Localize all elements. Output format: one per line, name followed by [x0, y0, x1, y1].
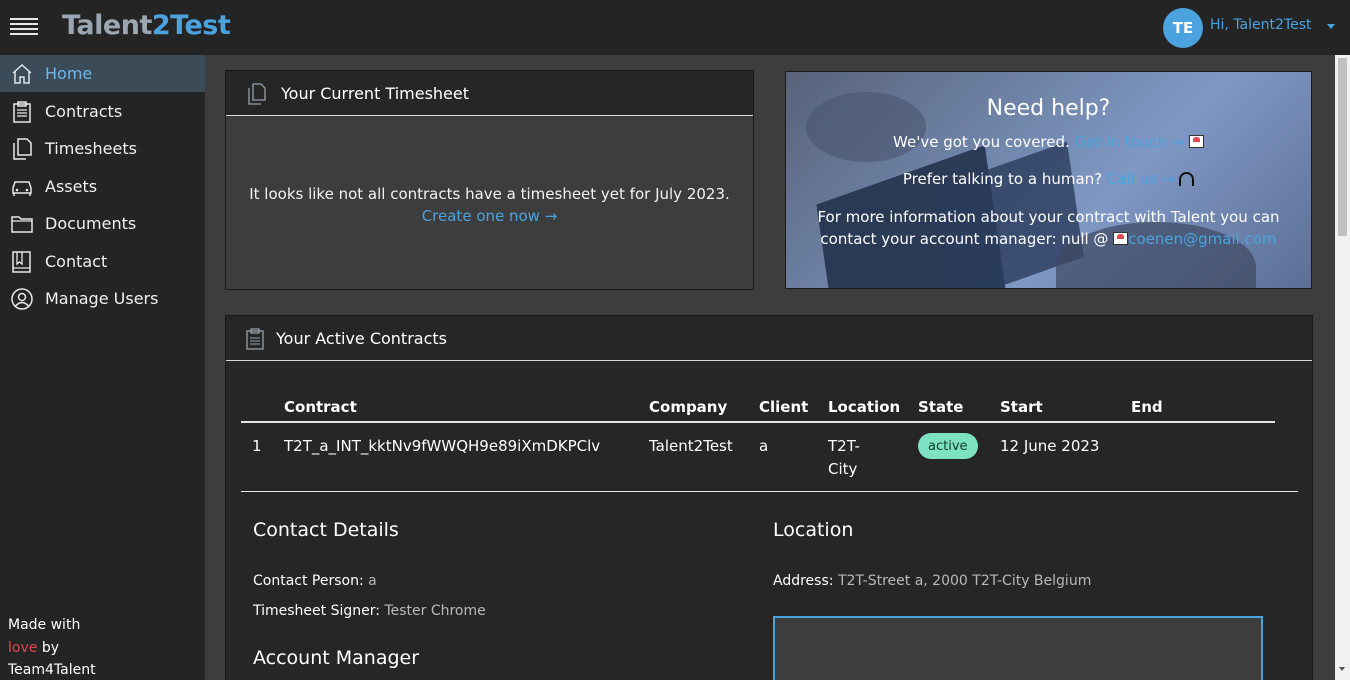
start-date-cell: 12 June 2023	[1000, 437, 1100, 455]
help-line-manager: contact your account manager: null @ coe…	[820, 230, 1277, 248]
current-timesheet-card: Your Current Timesheet It looks like not…	[225, 70, 754, 290]
column-header-client[interactable]: Client	[759, 398, 808, 416]
folder-icon	[11, 215, 33, 233]
scroll-down-arrow-icon[interactable]	[1339, 667, 1345, 671]
love-text: love	[8, 639, 38, 656]
envelope-icon	[1113, 232, 1129, 245]
page-scrollbar[interactable]	[1335, 55, 1350, 680]
sidebar-item-label: Contracts	[45, 102, 123, 121]
sidebar-item-label: Timesheets	[45, 139, 137, 158]
call-us-link[interactable]: Call us →	[1107, 170, 1174, 188]
card-title: Your Active Contracts	[276, 329, 447, 348]
envelope-icon	[1188, 135, 1204, 148]
sidebar-footer: Made with love by Team4Talent	[8, 614, 96, 680]
sidebar-item-documents[interactable]: Documents	[0, 205, 205, 242]
get-in-touch-link[interactable]: Get in touch →	[1075, 133, 1185, 151]
address: Address: T2T-Street a, 2000 T2T-City Bel…	[773, 573, 1092, 589]
location-title: Location	[773, 519, 854, 541]
clipboard-icon	[13, 100, 31, 123]
sidebar-item-contracts[interactable]: Contracts	[0, 93, 205, 130]
card-header: Your Current Timesheet	[226, 71, 753, 116]
help-title: Need help?	[986, 96, 1111, 121]
sidebar-item-assets[interactable]: Assets	[0, 168, 205, 205]
chevron-down-icon[interactable]	[1327, 24, 1335, 29]
sidebar-item-contact[interactable]: Contact	[0, 243, 205, 280]
table-row-divider	[241, 491, 1298, 492]
sidebar-item-label: Home	[45, 64, 93, 83]
contact-details-title: Contact Details	[253, 519, 399, 541]
documents-icon	[13, 137, 32, 160]
help-line-info: For more information about your contract…	[817, 208, 1280, 226]
client-cell: a	[759, 437, 769, 455]
card-header: Your Active Contracts	[226, 316, 1312, 361]
card-title: Your Current Timesheet	[281, 84, 470, 103]
headphones-icon	[1179, 172, 1195, 186]
help-line-call: Prefer talking to a human? Call us →	[786, 168, 1311, 190]
create-timesheet-link[interactable]: Create one now →	[226, 205, 753, 227]
sidebar-item-label: Manage Users	[45, 289, 159, 308]
documents-icon	[248, 83, 266, 105]
sidebar-item-home[interactable]: Home	[0, 55, 205, 92]
timesheet-signer: Timesheet Signer: Tester Chrome	[253, 603, 486, 619]
help-line-contact: We've got you covered. Get in touch →	[786, 131, 1311, 153]
avatar[interactable]: TE	[1163, 8, 1203, 48]
app-logo[interactable]: Talent2Test	[62, 10, 231, 41]
user-menu-greeting[interactable]: Hi, Talent2Test	[1210, 17, 1311, 33]
location-map[interactable]	[773, 616, 1263, 680]
sidebar-item-label: Assets	[45, 177, 98, 196]
timesheet-message-text: It looks like not all contracts have a t…	[249, 185, 730, 203]
row-index: 1	[252, 437, 262, 455]
car-icon	[12, 180, 32, 196]
sidebar-item-label: Contact	[45, 252, 108, 271]
sidebar: Home Contracts Timesheets Assets Documen…	[0, 55, 205, 680]
sidebar-item-timesheets[interactable]: Timesheets	[0, 130, 205, 167]
company-cell: Talent2Test	[649, 437, 733, 455]
home-icon	[12, 63, 32, 84]
location-cell-line1: T2T-	[828, 437, 860, 455]
column-header-company[interactable]: Company	[649, 398, 727, 416]
location-cell-line2: City	[828, 460, 858, 478]
account-manager-title: Account Manager	[253, 647, 420, 669]
sidebar-item-label: Documents	[45, 214, 137, 233]
sidebar-item-manage-users[interactable]: Manage Users	[0, 280, 205, 317]
user-circle-icon	[11, 287, 33, 310]
active-contracts-card: Your Active Contracts Contract Company C…	[225, 315, 1313, 680]
scrollbar-thumb[interactable]	[1338, 58, 1347, 236]
contact-person: Contact Person: a	[253, 573, 377, 589]
made-with-text: Made with	[8, 617, 81, 633]
table-header-divider	[241, 421, 1275, 423]
team-name: Team4Talent	[8, 662, 96, 678]
column-header-end[interactable]: End	[1131, 398, 1163, 416]
clipboard-icon	[246, 328, 264, 350]
column-header-start[interactable]: Start	[1000, 398, 1043, 416]
column-header-contract[interactable]: Contract	[284, 398, 357, 416]
top-bar: Talent2Test TE Hi, Talent2Test	[0, 0, 1350, 55]
column-header-state[interactable]: State	[918, 398, 963, 416]
by-text: by	[41, 639, 59, 656]
account-manager-email-link[interactable]: coenen@gmail.com	[1128, 230, 1276, 248]
timesheet-message: It looks like not all contracts have a t…	[226, 183, 753, 227]
status-badge: active	[918, 433, 978, 459]
need-help-card: Need help? We've got you covered. Get in…	[785, 71, 1312, 289]
column-header-location[interactable]: Location	[828, 398, 900, 416]
hamburger-menu-icon[interactable]	[10, 18, 38, 38]
book-icon	[12, 250, 31, 273]
contract-id: T2T_a_INT_kktNv9fWWQH9e89iXmDKPClv	[284, 437, 601, 455]
